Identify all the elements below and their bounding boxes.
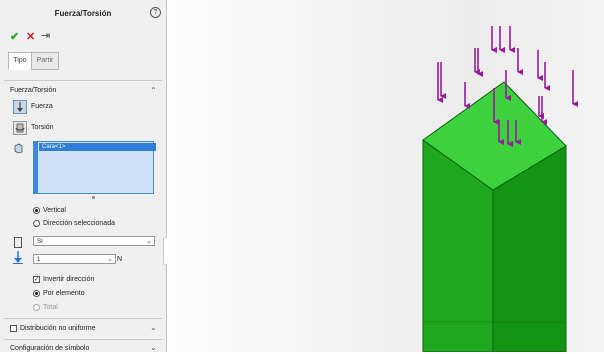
invert-direction-label: Invertir dirección xyxy=(43,276,95,283)
list-item[interactable]: Cara<1> xyxy=(39,143,156,151)
radio-total[interactable] xyxy=(33,304,40,311)
divider xyxy=(4,80,162,81)
force-arrow-icon[interactable] xyxy=(13,100,27,114)
radio-vertical-label: Vertical xyxy=(43,207,66,214)
unit-system-value: SI xyxy=(37,239,43,245)
resize-grip-icon[interactable] xyxy=(92,196,95,199)
expand-chevron-icon[interactable]: ⌄ xyxy=(150,343,157,352)
pin-icon[interactable]: ⇥ xyxy=(41,29,50,42)
tab-tipo[interactable]: Tipo xyxy=(8,52,32,70)
panel-title: Fuerza/Torsión xyxy=(54,9,112,18)
non-uniform-checkbox[interactable] xyxy=(10,325,17,332)
section-title: Fuerza/Torsión xyxy=(10,87,57,94)
model-view[interactable] xyxy=(167,0,604,353)
radio-por-elemento-label: Por elemento xyxy=(43,290,85,297)
radio-direccion-seleccionada[interactable] xyxy=(33,220,40,227)
tab-partir[interactable]: Partir xyxy=(31,52,59,70)
force-value-input[interactable]: 1 ⌄ xyxy=(33,254,116,264)
invert-direction-checkbox[interactable]: ✓ xyxy=(33,276,40,283)
unit-system-select[interactable]: SI ⌄ xyxy=(33,236,155,246)
force-value-icon xyxy=(13,251,23,264)
unit-system-icon xyxy=(14,237,22,248)
face-selection-icon xyxy=(13,143,24,154)
face-selection-list[interactable]: Cara<1> xyxy=(37,141,156,194)
help-icon[interactable]: ? xyxy=(150,7,161,18)
option-fuerza-label[interactable]: Fuerza xyxy=(31,103,53,110)
radio-total-label: Total xyxy=(43,304,58,311)
non-uniform-label: Distribución no uniforme xyxy=(20,325,96,332)
force-unit-label: N xyxy=(117,256,123,263)
graphics-viewport[interactable] xyxy=(167,0,604,353)
radio-por-elemento[interactable] xyxy=(33,290,40,297)
force-value: 1 xyxy=(37,257,41,263)
torsion-icon[interactable] xyxy=(13,121,27,135)
divider xyxy=(4,318,162,319)
expand-chevron-icon[interactable]: ⌄ xyxy=(150,323,157,332)
property-manager-panel: Fuerza/Torsión ? ✔ ✕ ⇥ Tipo Partir Fuerz… xyxy=(0,0,167,352)
symbol-config-label: Configuración de símbolo xyxy=(10,345,90,352)
chevron-down-icon[interactable]: ⌄ xyxy=(146,237,152,247)
option-torsion-label[interactable]: Torsión xyxy=(31,124,54,131)
chevron-down-icon[interactable]: ⌄ xyxy=(107,255,113,265)
ok-check-icon[interactable]: ✔ xyxy=(10,30,19,43)
collapse-chevron-icon[interactable]: ⌃ xyxy=(150,86,157,95)
radio-vertical[interactable] xyxy=(33,207,40,214)
radio-direccion-label: Dirección seleccionada xyxy=(43,220,115,227)
divider xyxy=(4,339,162,340)
cancel-x-icon[interactable]: ✕ xyxy=(26,30,35,43)
